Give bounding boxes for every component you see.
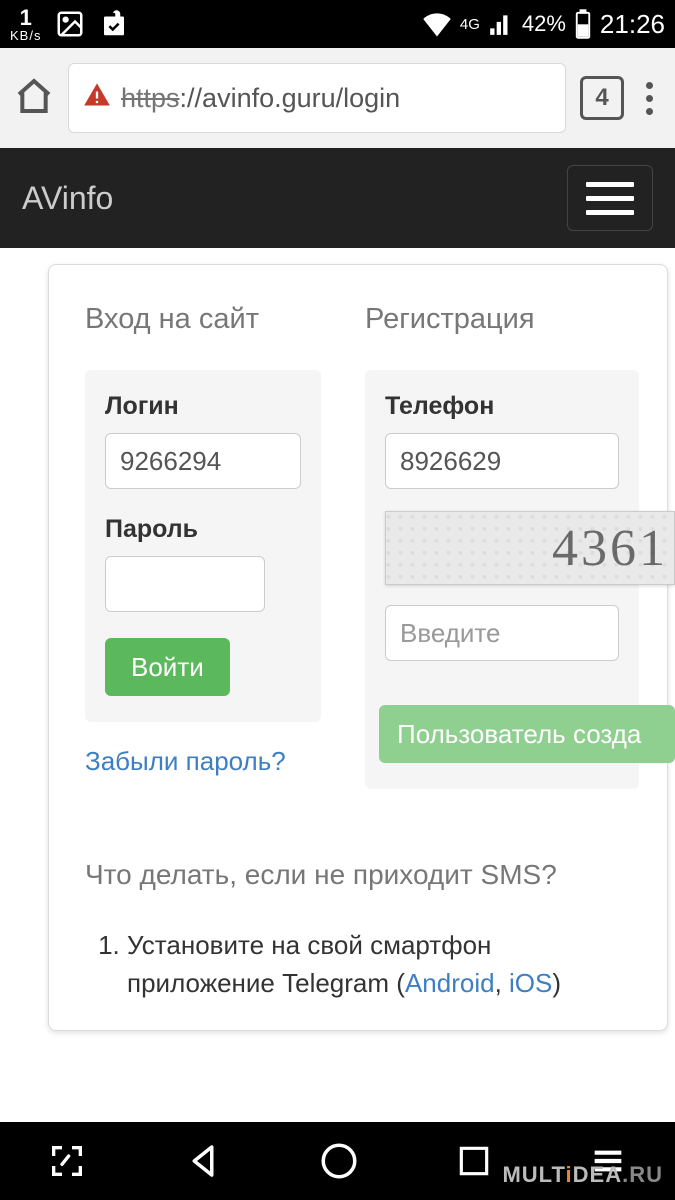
android-status-bar: 1 KB/s 4G 42% 21:26 xyxy=(0,0,675,48)
register-panel: Телефон 4361 Пользователь созда xyxy=(365,370,639,789)
register-title: Регистрация xyxy=(365,303,639,336)
warning-icon xyxy=(83,81,111,116)
password-input[interactable] xyxy=(105,556,265,612)
network-speed: 1 KB/s xyxy=(10,7,41,42)
forgot-password-link[interactable]: Забыли пароль? xyxy=(85,746,286,777)
register-column: Регистрация Телефон 4361 Пользователь со… xyxy=(365,303,639,789)
signal-icon xyxy=(488,11,514,37)
tab-switcher[interactable]: 4 xyxy=(580,76,624,120)
auth-card: Вход на сайт Логин Пароль Войти Забыли п… xyxy=(48,264,668,1031)
menu-icon[interactable] xyxy=(638,82,661,115)
url-bar[interactable]: https://avinfo.guru/login xyxy=(68,63,566,133)
captcha-input[interactable] xyxy=(385,605,619,661)
login-column: Вход на сайт Логин Пароль Войти Забыли п… xyxy=(85,303,321,789)
login-title: Вход на сайт xyxy=(85,303,321,336)
network-type: 4G xyxy=(460,17,480,32)
faq-section: Что делать, если не приходит SMS? Устано… xyxy=(85,859,631,1002)
shopping-icon xyxy=(99,9,129,39)
image-icon xyxy=(55,9,85,39)
faq-title: Что делать, если не приходит SMS? xyxy=(85,859,631,891)
battery-percent: 42% xyxy=(522,11,566,37)
faq-item-1: Установите на свой смартфон приложение T… xyxy=(127,927,631,1002)
home-icon[interactable] xyxy=(14,76,54,121)
android-nav-bar xyxy=(0,1122,675,1200)
wifi-icon xyxy=(422,11,452,37)
fullscreen-icon[interactable] xyxy=(47,1141,87,1181)
watermark: MULTiDEA.RU xyxy=(502,1162,663,1188)
phone-label: Телефон xyxy=(385,392,619,421)
url-text: https://avinfo.guru/login xyxy=(121,83,400,114)
login-label: Логин xyxy=(105,392,301,421)
login-input[interactable] xyxy=(105,433,301,489)
home-nav-icon[interactable] xyxy=(318,1140,360,1182)
login-submit-button[interactable]: Войти xyxy=(105,638,230,696)
login-panel: Логин Пароль Войти xyxy=(85,370,321,722)
android-link[interactable]: Android xyxy=(405,968,495,998)
clock: 21:26 xyxy=(600,9,665,40)
password-label: Пароль xyxy=(105,515,301,544)
register-toast: Пользователь созда xyxy=(379,705,675,763)
phone-input[interactable] xyxy=(385,433,619,489)
ios-link[interactable]: iOS xyxy=(509,968,552,998)
site-navbar: AVinfo xyxy=(0,148,675,248)
hamburger-menu[interactable] xyxy=(567,165,653,231)
back-icon[interactable] xyxy=(182,1140,224,1182)
brand-title[interactable]: AVinfo xyxy=(22,180,113,217)
captcha-image: 4361 xyxy=(385,511,675,585)
chrome-toolbar: https://avinfo.guru/login 4 xyxy=(0,48,675,148)
recent-apps-icon[interactable] xyxy=(455,1142,493,1180)
battery-icon xyxy=(574,9,592,39)
